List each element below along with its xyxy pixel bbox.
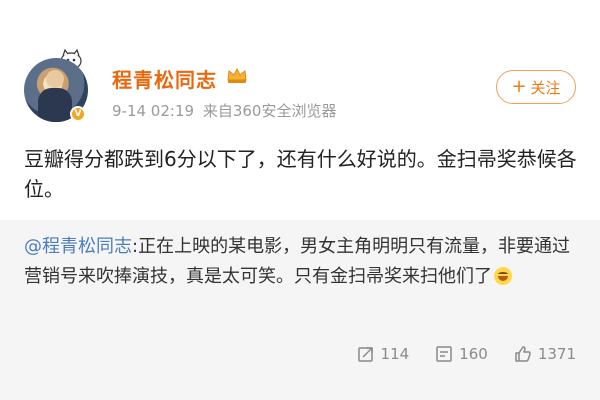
verified-badge-icon: V — [70, 106, 86, 122]
post-source: 来自360安全浏览器 — [202, 102, 337, 120]
repost-button[interactable]: 114 — [357, 345, 410, 363]
follow-button[interactable]: + 关注 — [496, 70, 576, 104]
thumbs-up-icon — [515, 346, 531, 362]
username[interactable]: 程青松同志 — [112, 64, 217, 93]
share-icon — [357, 347, 373, 362]
comment-icon — [436, 346, 452, 362]
avatar-head — [46, 70, 64, 88]
post-text: 豆瓣得分都跌到6分以下了，还有什么好说的。金扫帚奖恭候各位。 — [24, 147, 577, 201]
follow-button-label: 关注 — [530, 78, 561, 97]
repost-count: 114 — [380, 345, 410, 363]
like-count: 1371 — [537, 345, 576, 363]
comment-button[interactable]: 160 — [435, 345, 488, 363]
mention-link[interactable]: @程青松同志 — [24, 236, 132, 257]
grin-emoji-icon — [494, 267, 512, 285]
plus-icon: + — [511, 76, 527, 97]
avatar-area[interactable]: V — [24, 48, 100, 132]
repost-text-block: @程青松同志:正在上映的某电影，男女主角明明只有流量，非要通过营销号来吹捧演技，… — [24, 232, 584, 292]
avatar-body — [38, 88, 72, 122]
weibo-post-card: V 程青松同志 9-14 02:19 来自360安全浏览器 + 关注 豆瓣得分都… — [0, 0, 600, 400]
crown-icon — [227, 67, 247, 83]
post-meta: 9-14 02:19 来自360安全浏览器 — [112, 100, 340, 121]
repost-box[interactable]: @程青松同志:正在上映的某电影，男女主角明明只有流量，非要通过营销号来吹捧演技，… — [0, 220, 600, 400]
comment-count: 160 — [459, 345, 488, 363]
action-bar: 114 160 1371 — [331, 342, 576, 366]
post-time: 9-14 02:19 — [112, 102, 195, 120]
like-button[interactable]: 1371 — [514, 345, 576, 363]
